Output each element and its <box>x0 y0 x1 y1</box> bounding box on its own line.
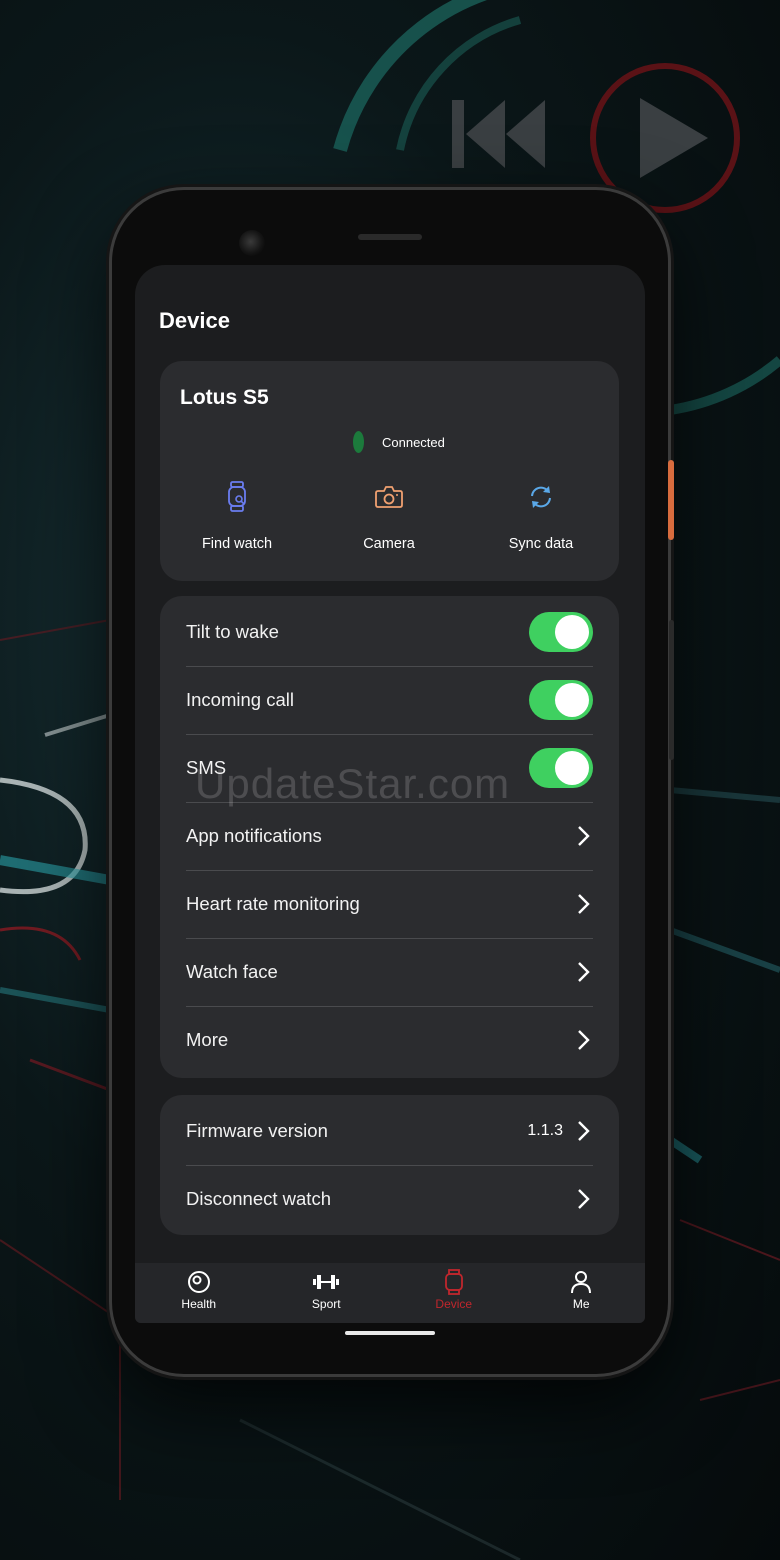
nav-device[interactable]: Device <box>390 1263 518 1323</box>
incoming-call-toggle[interactable] <box>529 680 593 720</box>
find-watch-button[interactable]: Find watch <box>162 478 312 552</box>
dumbbell-icon <box>312 1269 340 1295</box>
setting-row-sms: SMS <box>186 734 593 803</box>
nav-label: Device <box>435 1297 473 1311</box>
nav-label: Me <box>572 1297 590 1311</box>
setting-label: App notifications <box>186 825 322 846</box>
firmware-version-row[interactable]: Firmware version 1.1.3 <box>186 1097 593 1166</box>
chevron-right-icon <box>575 825 591 847</box>
setting-row-watch-face[interactable]: Watch face <box>186 938 593 1007</box>
chevron-right-icon <box>575 893 591 915</box>
power-button <box>668 460 674 540</box>
firmware-label: Firmware version <box>186 1120 328 1141</box>
setting-row-app-notifications[interactable]: App notifications <box>186 802 593 871</box>
chevron-right-icon <box>575 1188 591 1210</box>
volume-button <box>669 620 674 760</box>
setting-label: Incoming call <box>186 689 294 710</box>
tilt-to-wake-toggle[interactable] <box>529 612 593 652</box>
person-icon <box>570 1269 592 1295</box>
nav-label: Health <box>181 1297 217 1311</box>
health-icon <box>187 1269 211 1295</box>
device-card: Lotus S5 Connected Find watch Camera Syn… <box>160 361 619 581</box>
setting-row-heart-rate[interactable]: Heart rate monitoring <box>186 870 593 939</box>
page-title: Device <box>159 308 230 333</box>
status-text: Connected <box>382 434 445 450</box>
setting-label: More <box>186 1029 229 1050</box>
firmware-value: 1.1.3 <box>527 1122 563 1139</box>
earpiece-speaker <box>358 234 422 240</box>
setting-row-more[interactable]: More <box>186 1006 593 1074</box>
front-camera <box>239 230 265 256</box>
firmware-card: Firmware version 1.1.3 Disconnect watch <box>160 1095 619 1235</box>
chevron-right-icon <box>575 1029 591 1051</box>
sms-toggle[interactable] <box>529 748 593 788</box>
setting-row-incoming-call: Incoming call <box>186 666 593 735</box>
bottom-navigation: Health Sport Device Me <box>135 1263 645 1323</box>
connection-status: Connected <box>353 431 445 453</box>
status-dot-icon <box>353 431 364 453</box>
sync-data-label: Sync data <box>508 536 574 552</box>
setting-label: SMS <box>186 757 227 778</box>
nav-label: Sport <box>311 1297 341 1311</box>
phone-frame: Device Lotus S5 Connected Find watch Cam… <box>112 190 674 1374</box>
nav-me[interactable]: Me <box>518 1263 646 1323</box>
sync-icon <box>466 478 616 516</box>
chevron-right-icon <box>575 1120 591 1142</box>
setting-label: Heart rate monitoring <box>186 893 360 914</box>
watch-icon <box>162 478 312 516</box>
camera-button[interactable]: Camera <box>314 478 464 552</box>
sync-data-button[interactable]: Sync data <box>466 478 616 552</box>
nav-sport[interactable]: Sport <box>263 1263 391 1323</box>
watch-icon <box>443 1269 465 1295</box>
find-watch-label: Find watch <box>201 536 273 552</box>
disconnect-label: Disconnect watch <box>186 1188 331 1209</box>
camera-icon <box>314 478 464 516</box>
disconnect-watch-row[interactable]: Disconnect watch <box>186 1165 593 1233</box>
setting-label: Tilt to wake <box>186 621 279 642</box>
home-indicator[interactable] <box>345 1331 435 1335</box>
settings-card: Tilt to wake Incoming call SMS App notif… <box>160 596 619 1078</box>
app-screen: Device Lotus S5 Connected Find watch Cam… <box>135 265 645 1323</box>
setting-row-tilt-to-wake: Tilt to wake <box>186 598 593 667</box>
device-name: Lotus S5 <box>180 386 269 409</box>
camera-label: Camera <box>363 536 415 552</box>
setting-label: Watch face <box>186 961 278 982</box>
chevron-right-icon <box>575 961 591 983</box>
nav-health[interactable]: Health <box>135 1263 263 1323</box>
